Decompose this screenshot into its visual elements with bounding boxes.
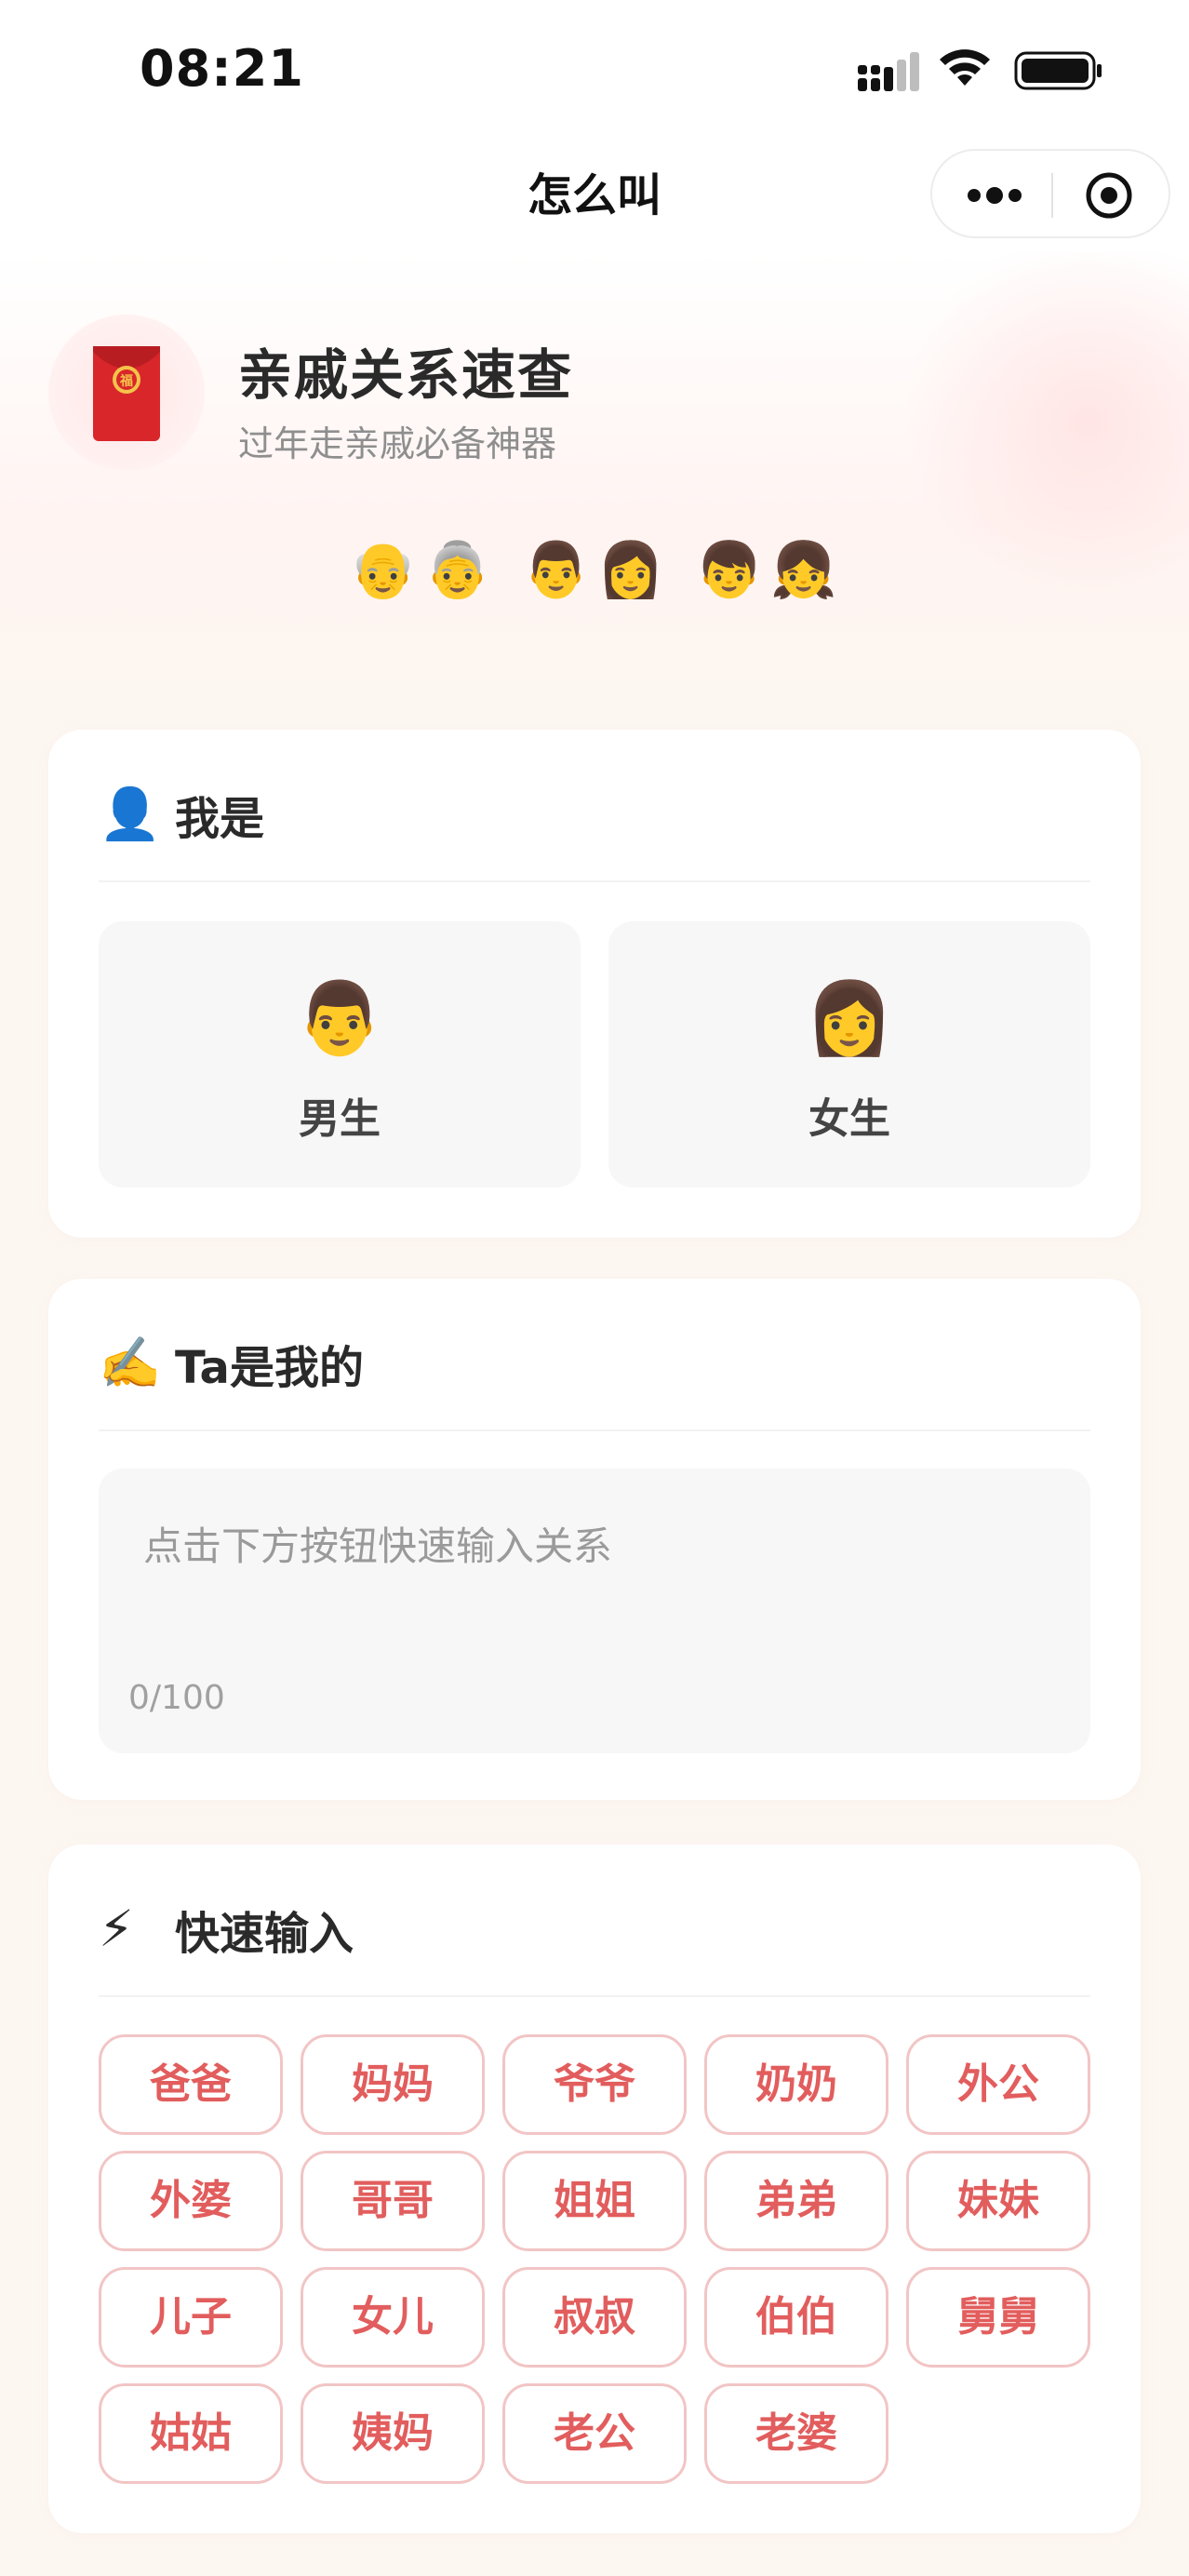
capsule-divider: [1051, 173, 1053, 218]
grandmother-emoji: 👵: [423, 538, 492, 601]
chip-maternal-grandma[interactable]: 外婆: [99, 2151, 283, 2251]
chip-husband[interactable]: 老公: [502, 2383, 687, 2484]
girl-emoji: 👧: [769, 538, 838, 601]
chip-daughter[interactable]: 女儿: [301, 2267, 485, 2368]
woman-icon: 👩: [805, 976, 894, 1059]
wifi-icon: [940, 49, 990, 86]
chip-grandpa[interactable]: 爷爷: [502, 2034, 687, 2135]
man-icon: 👨: [295, 976, 384, 1059]
app-subtitle: 过年走亲戚必备神器: [238, 423, 557, 464]
banner-decoration: [893, 251, 1189, 596]
mini-program-capsule: [930, 149, 1170, 238]
chip-mom[interactable]: 妈妈: [301, 2034, 485, 2135]
grandfather-emoji: 👴: [349, 538, 418, 601]
app-title: 亲戚关系速查: [238, 343, 574, 407]
relation-card: ✍️ Ta是我的 点击下方按钮快速输入关系 0/100: [48, 1279, 1141, 1800]
chip-maternal-aunt[interactable]: 姨妈: [301, 2383, 485, 2484]
character-counter: 0/100: [128, 1679, 225, 1717]
quick-card-title: 快速输入: [175, 1908, 354, 1960]
family-emoji-row: 👴 👵 👨 👩 👦 👧: [346, 532, 841, 607]
relation-card-title: Ta是我的: [175, 1342, 364, 1394]
svg-text:福: 福: [119, 373, 133, 389]
man-emoji: 👨: [522, 538, 591, 601]
app-screen: 08:21 怎么叫 福 亲戚关系速查 过年走亲戚必备神器 👴 👵 👨 👩 👦 👧…: [0, 0, 1189, 2576]
app-logo: 福: [48, 315, 205, 471]
card-divider: [99, 880, 1090, 882]
status-bar: 08:21: [0, 0, 1189, 140]
woman-emoji: 👩: [596, 538, 665, 601]
female-option-label: 女生: [808, 1095, 890, 1143]
chip-son[interactable]: 儿子: [99, 2267, 283, 2368]
chip-grandma[interactable]: 奶奶: [704, 2034, 888, 2135]
person-icon: 👤: [99, 785, 162, 843]
red-envelope-icon: 福: [93, 346, 160, 441]
card-divider: [99, 1995, 1090, 1997]
male-option-button[interactable]: 👨 男生: [99, 921, 581, 1187]
status-time: 08:21: [140, 39, 304, 98]
chip-uncle-older[interactable]: 伯伯: [704, 2267, 888, 2368]
quick-card-header: ⚡ 快速输入: [99, 1897, 354, 1962]
quick-input-card: ⚡ 快速输入 爸爸 妈妈 爷爷 奶奶 外公 外婆 哥哥 姐姐 弟弟 妹妹 儿子 …: [48, 1845, 1141, 2533]
chip-maternal-grandpa[interactable]: 外公: [906, 2034, 1090, 2135]
chip-younger-brother[interactable]: 弟弟: [704, 2151, 888, 2251]
gender-card-header: 👤 我是: [99, 782, 264, 847]
cellular-signal-icon: [858, 52, 919, 91]
gender-card-title: 我是: [175, 793, 265, 845]
chip-uncle-younger[interactable]: 叔叔: [502, 2267, 687, 2368]
card-divider: [99, 1429, 1090, 1431]
chip-paternal-aunt[interactable]: 姑姑: [99, 2383, 283, 2484]
boy-emoji: 👦: [695, 538, 764, 601]
lightning-icon: ⚡: [99, 1899, 134, 1958]
chip-older-brother[interactable]: 哥哥: [301, 2151, 485, 2251]
chip-maternal-uncle[interactable]: 舅舅: [906, 2267, 1090, 2368]
relation-placeholder: 点击下方按钮快速输入关系: [143, 1523, 613, 1569]
navigation-bar: 怎么叫: [0, 140, 1189, 251]
chip-dad[interactable]: 爸爸: [99, 2034, 283, 2135]
chip-younger-sister[interactable]: 妹妹: [906, 2151, 1090, 2251]
male-option-label: 男生: [299, 1095, 381, 1143]
relation-textarea[interactable]: 点击下方按钮快速输入关系 0/100: [99, 1469, 1090, 1753]
writing-hand-icon: ✍️: [99, 1334, 162, 1392]
more-options-icon[interactable]: [966, 182, 1023, 208]
female-option-button[interactable]: 👩 女生: [608, 921, 1090, 1187]
header-banner: 福 亲戚关系速查 过年走亲戚必备神器 👴 👵 👨 👩 👦 👧: [0, 251, 1189, 679]
chip-wife[interactable]: 老婆: [704, 2383, 888, 2484]
battery-icon: [1014, 51, 1102, 90]
close-miniprogram-icon[interactable]: [1085, 171, 1133, 220]
relation-card-header: ✍️ Ta是我的: [99, 1331, 364, 1396]
chip-older-sister[interactable]: 姐姐: [502, 2151, 687, 2251]
gender-card: 👤 我是 👨 男生 👩 女生: [48, 730, 1141, 1238]
